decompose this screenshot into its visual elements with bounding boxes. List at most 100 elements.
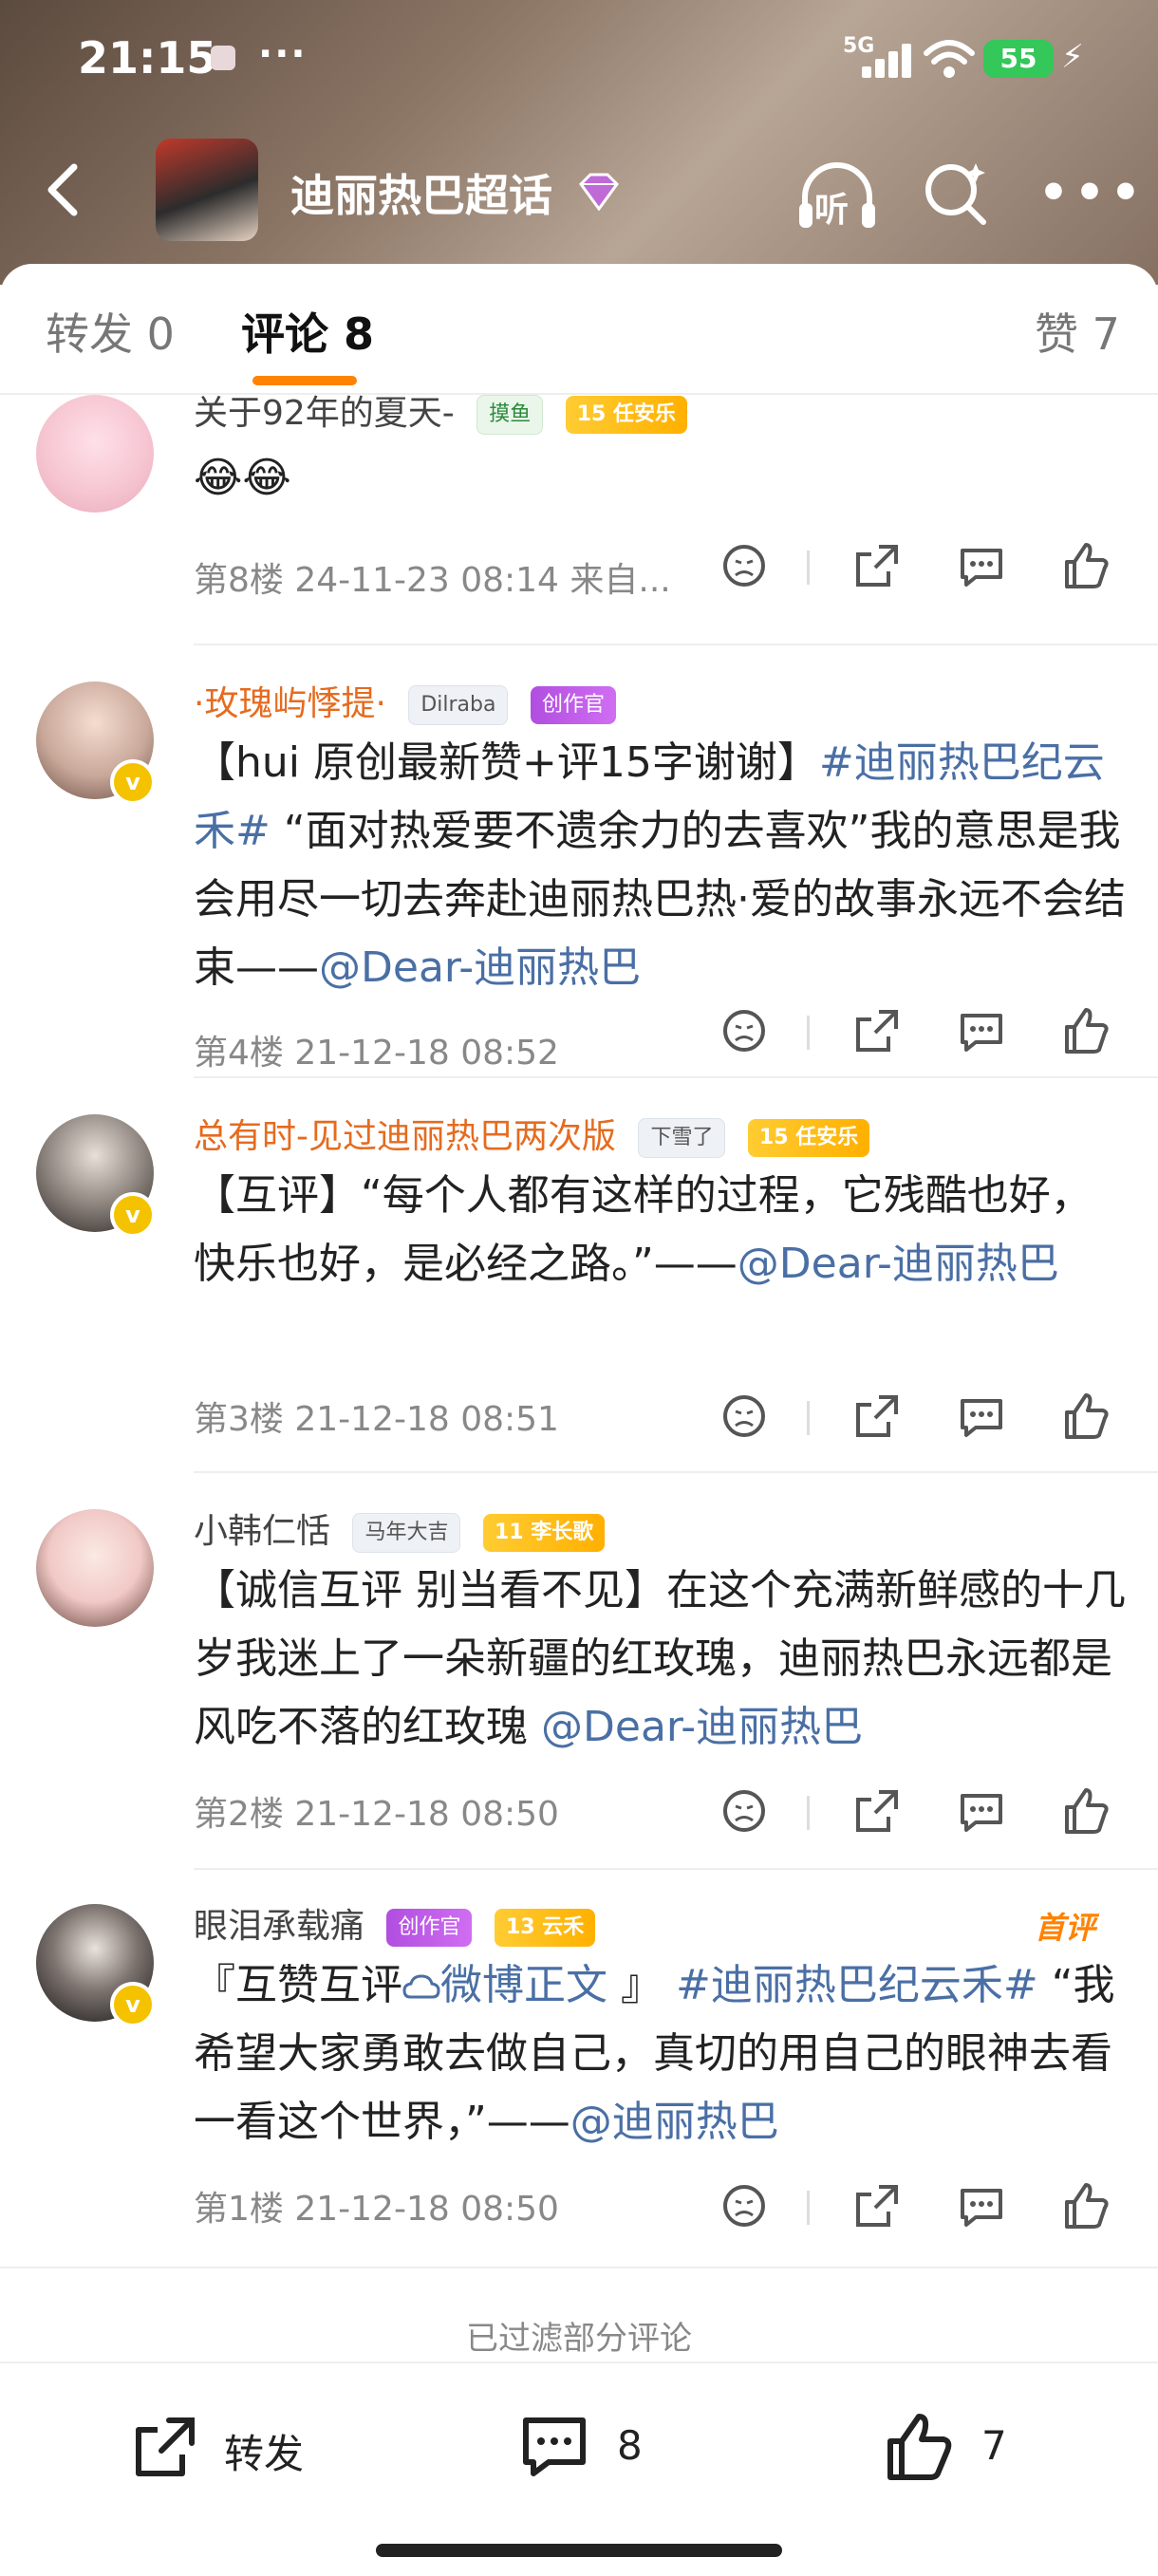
tab-repost[interactable]: 转发 0 bbox=[46, 300, 175, 363]
search-icon[interactable] bbox=[921, 158, 993, 230]
comment-text: 【hui 原创最新赞+评15字谢谢】#迪丽热巴纪云禾# “面对热爱要不遗余力的去… bbox=[194, 729, 1128, 1002]
comment-author[interactable]: 小韩仁恬 bbox=[194, 1512, 330, 1551]
text-segment: 『互赞互评 bbox=[194, 1961, 402, 2009]
comment-author-line: 总有时-见过迪丽热巴两次版 下雪了 15 任安乐 bbox=[194, 1109, 870, 1158]
mention-link[interactable]: @迪丽热巴 bbox=[570, 2098, 779, 2146]
fan-level-badge: 13 云禾 bbox=[494, 1909, 596, 1947]
comment-actions bbox=[718, 1784, 1116, 1841]
comment-author[interactable]: 眼泪承载痛 bbox=[194, 1907, 364, 1946]
mention-link[interactable]: @Dear-迪丽热巴 bbox=[319, 943, 641, 992]
weibo-post-link[interactable]: 微博正文 bbox=[402, 1961, 607, 2009]
comment-actions bbox=[718, 539, 1116, 596]
filtered-note: 已过滤部分评论 bbox=[466, 2320, 692, 2358]
diamond-icon bbox=[579, 173, 619, 211]
comment-author[interactable]: 总有时-见过迪丽热巴两次版 bbox=[194, 1117, 616, 1156]
comments-sheet: 转发 0 评论 8 赞 7 关于92年的夏天- 摸鱼 15 任安乐 😂😂 第8楼… bbox=[0, 264, 1158, 2574]
comment-text: 【互评】“每个人都有这样的过程，它残酷也好，快乐也好，是必经之路。”——@Dea… bbox=[194, 1162, 1128, 1298]
comment-actions bbox=[718, 1390, 1116, 1447]
reply-icon[interactable] bbox=[955, 1004, 1008, 1057]
screen-record-icon bbox=[211, 46, 235, 70]
comment-author-line: 关于92年的夏天- 摸鱼 15 任安乐 bbox=[194, 385, 688, 435]
status-time: 21:15 bbox=[78, 32, 217, 84]
dislike-icon[interactable] bbox=[718, 2179, 771, 2232]
comment-actions bbox=[718, 2179, 1116, 2236]
first-comment-badge: 首评 bbox=[1035, 1910, 1096, 1946]
comment-text: 😂😂 bbox=[194, 454, 291, 502]
comment-divider bbox=[194, 644, 1158, 645]
divider bbox=[807, 1016, 810, 1050]
comment-author-line: 小韩仁恬 马年大吉 11 李长歌 bbox=[194, 1503, 606, 1553]
listen-icon[interactable]: 听 bbox=[794, 158, 881, 233]
reply-icon[interactable] bbox=[955, 1784, 1008, 1838]
divider bbox=[807, 1796, 810, 1830]
comment-meta: 第8楼 24-11-23 08:14 来自... bbox=[194, 561, 671, 600]
tab-likes[interactable]: 赞 7 bbox=[1035, 300, 1120, 363]
active-tab-indicator bbox=[252, 376, 357, 385]
repost-button[interactable]: 转发 bbox=[127, 2409, 346, 2485]
hashtag-link[interactable]: #迪丽热巴纪云禾# bbox=[676, 1961, 1038, 2009]
tab-bar: 转发 0 评论 8 赞 7 bbox=[0, 264, 1158, 395]
comment-divider bbox=[194, 1868, 1158, 1870]
dislike-icon[interactable] bbox=[718, 539, 771, 592]
text-segment[interactable]: 微博正文 bbox=[440, 1961, 607, 2009]
comment-icon bbox=[523, 2417, 586, 2476]
dislike-icon[interactable] bbox=[718, 1004, 771, 1057]
comment-divider bbox=[194, 1471, 1158, 1473]
comment-author[interactable]: 关于92年的夏天- bbox=[194, 394, 455, 433]
divider bbox=[807, 551, 810, 585]
battery-indicator: 55 bbox=[983, 40, 1054, 78]
like-icon[interactable] bbox=[1059, 1004, 1112, 1057]
like-icon bbox=[887, 2414, 952, 2480]
more-icon[interactable]: ••• bbox=[1038, 165, 1147, 220]
user-badge: 摸鱼 bbox=[476, 395, 544, 435]
verified-icon: v bbox=[110, 1192, 156, 1238]
like-count: 7 bbox=[981, 2422, 1007, 2469]
share-icon[interactable] bbox=[850, 1390, 904, 1443]
share-icon[interactable] bbox=[850, 1004, 904, 1057]
like-icon[interactable] bbox=[1059, 539, 1112, 592]
text-segment: 【hui 原创最新赞+评15字谢谢】 bbox=[194, 738, 819, 787]
comment-actions bbox=[718, 1004, 1116, 1061]
back-icon[interactable] bbox=[36, 161, 93, 218]
text-segment: 』 bbox=[607, 1961, 676, 2009]
comment-button[interactable]: 8 bbox=[516, 2409, 668, 2485]
reply-icon[interactable] bbox=[955, 1390, 1008, 1443]
user-badge: 下雪了 bbox=[638, 1118, 726, 1158]
status-dots: ··· bbox=[258, 32, 308, 76]
mention-link[interactable]: @Dear-迪丽热巴 bbox=[541, 1703, 863, 1751]
comment-divider bbox=[194, 1076, 1158, 1078]
reply-icon[interactable] bbox=[955, 539, 1008, 592]
like-button[interactable]: 7 bbox=[881, 2409, 1033, 2485]
reply-icon[interactable] bbox=[955, 2179, 1008, 2232]
creator-badge: 创作官 bbox=[530, 686, 616, 724]
comment-count: 8 bbox=[617, 2422, 643, 2469]
user-badge: 马年大吉 bbox=[352, 1513, 461, 1553]
verified-icon: v bbox=[110, 1982, 156, 2027]
comment-meta: 第4楼 21-12-18 08:52 bbox=[194, 1034, 559, 1073]
supertopic-avatar[interactable] bbox=[156, 139, 258, 241]
share-icon[interactable] bbox=[850, 1784, 904, 1838]
mention-link[interactable]: @Dear-迪丽热巴 bbox=[738, 1240, 1059, 1288]
share-icon[interactable] bbox=[850, 2179, 904, 2232]
fan-level-badge: 15 任安乐 bbox=[747, 1119, 870, 1157]
comment-meta: 第1楼 21-12-18 08:50 bbox=[194, 2190, 559, 2229]
like-icon[interactable] bbox=[1059, 1390, 1112, 1443]
fan-level-badge: 15 任安乐 bbox=[565, 396, 688, 434]
home-indicator[interactable] bbox=[376, 2544, 782, 2557]
dislike-icon[interactable] bbox=[718, 1784, 771, 1838]
verified-icon: v bbox=[110, 759, 156, 805]
comment-author[interactable]: ·玫瑰屿悸提· bbox=[194, 684, 386, 723]
wifi-icon bbox=[924, 40, 975, 78]
comment-text: 【诚信互评 别当看不见】在这个充满新鲜感的十几岁我迷上了一朵新疆的红玫瑰，迪丽热… bbox=[194, 1557, 1128, 1762]
share-icon[interactable] bbox=[850, 539, 904, 592]
divider bbox=[807, 1401, 810, 1435]
avatar[interactable] bbox=[36, 395, 154, 513]
like-icon[interactable] bbox=[1059, 2179, 1112, 2232]
user-badge: Dilraba bbox=[408, 685, 509, 725]
tab-comments[interactable]: 评论 8 bbox=[241, 300, 374, 363]
dislike-icon[interactable] bbox=[718, 1390, 771, 1443]
avatar[interactable] bbox=[36, 1509, 154, 1627]
page-title[interactable]: 迪丽热巴超话 bbox=[290, 161, 552, 224]
nav-bar: 迪丽热巴超话 听 ••• bbox=[0, 133, 1158, 247]
like-icon[interactable] bbox=[1059, 1784, 1112, 1838]
